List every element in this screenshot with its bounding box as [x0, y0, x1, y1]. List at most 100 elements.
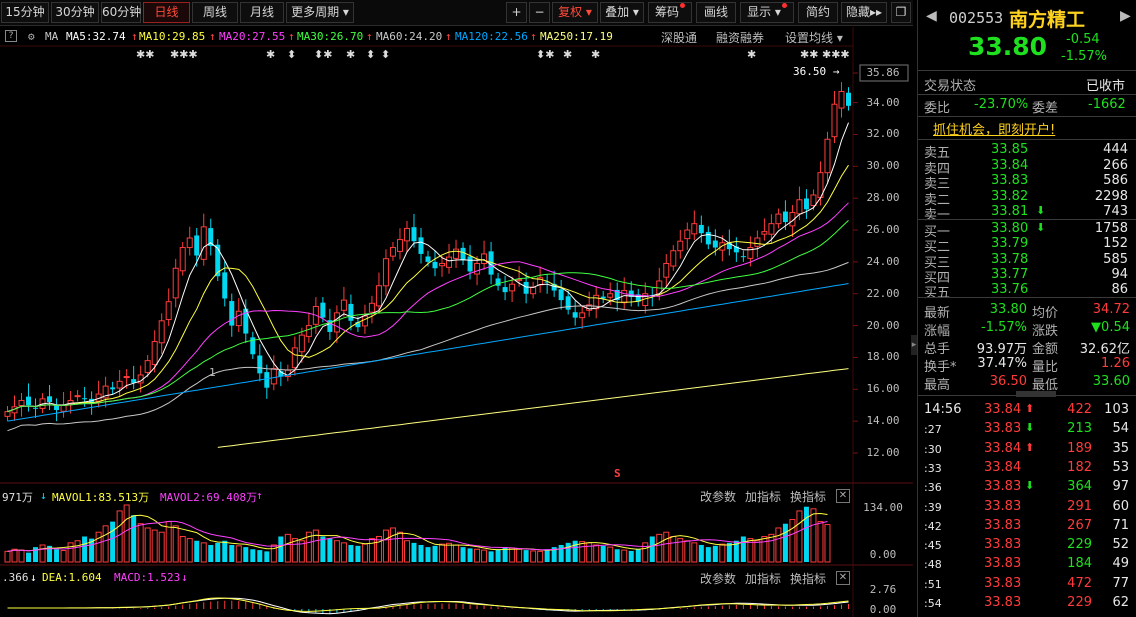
volume-switch-indicator-button[interactable]: 换指标 [790, 488, 826, 505]
volume-change-param-button[interactable]: 改参数 [700, 488, 736, 505]
volume-bars [4, 504, 831, 563]
ma250-line [217, 368, 849, 448]
volume-close-button[interactable]: ✕ [836, 489, 850, 503]
stats-row: 最高 36.50 最低 33.60 [918, 374, 1136, 393]
tick-time: :27 [924, 423, 942, 437]
candle-body [824, 138, 831, 174]
candle-body [361, 315, 368, 327]
volume-bar [593, 544, 600, 563]
volume-bar [208, 544, 214, 562]
arrow-down-icon: ↓ [181, 571, 188, 584]
volume-bar [579, 541, 586, 563]
volume-bar [523, 550, 529, 562]
bid-row: 买四 33.77 94 [918, 266, 1136, 286]
candle-body [60, 404, 67, 412]
volume-bar [116, 510, 123, 563]
volume-bar [460, 547, 466, 562]
trade-status-value: 已收市 [1086, 79, 1126, 94]
arrow-down-icon: ⬇ [1036, 204, 1046, 217]
volume-bar [158, 531, 165, 563]
tick-time: :30 [924, 442, 942, 456]
volume-bar [82, 536, 88, 562]
arrow-up-icon: ⬆ [1025, 440, 1035, 454]
volume-bar [453, 544, 460, 563]
kline-chart[interactable] [0, 0, 913, 617]
candle-body [698, 224, 704, 234]
price-ytick: 34.00 [866, 95, 900, 109]
volume-bar [544, 549, 550, 562]
volume-bar [368, 538, 375, 563]
bid-volume: 585 [1103, 251, 1128, 267]
stats-value: 33.80 [989, 302, 1027, 317]
candle-body [425, 256, 431, 262]
candle-body [229, 301, 235, 326]
stats-label: 换手* [924, 360, 957, 375]
volume-bar [481, 549, 488, 563]
bid-label: 买五 [924, 286, 951, 302]
tick-price: 33.83 [984, 479, 1022, 495]
candle-body [264, 372, 270, 388]
ask-volume: 266 [1103, 157, 1128, 173]
volume-add-indicator-button[interactable]: 加指标 [745, 488, 781, 505]
volume-bar [782, 523, 788, 562]
volume-bar [229, 544, 235, 562]
weibi-label: 委比 [924, 101, 951, 116]
tick-time: :45 [924, 539, 942, 553]
price-ytick: 35.86 [866, 66, 900, 79]
divider [918, 297, 1136, 298]
volume-bar [614, 549, 620, 562]
candle-body [222, 272, 228, 299]
macd-add-indicator-button[interactable]: 加指标 [745, 570, 781, 587]
tick-row: :36 33.83 ⬇ 364 97 [918, 479, 1136, 495]
volume-bar [137, 523, 144, 563]
candle-body [761, 231, 768, 235]
scroll-grip[interactable] [1016, 391, 1056, 397]
bid-price: 33.80 [991, 221, 1029, 236]
prev-stock-icon[interactable]: ◀ [926, 8, 937, 24]
tick-row: :45 33.83 229 52 [918, 537, 1136, 553]
tick-count: 77 [1112, 575, 1129, 591]
candle-body [775, 213, 782, 225]
volume-bar [803, 506, 809, 562]
tick-price: 33.83 [984, 575, 1022, 591]
candle-body [165, 301, 172, 321]
bid-price: 33.79 [991, 236, 1029, 252]
bid-price: 33.76 [991, 282, 1029, 298]
macd-close-button[interactable]: ✕ [836, 571, 850, 585]
divider [918, 116, 1136, 117]
macd-switch-indicator-button[interactable]: 换指标 [790, 570, 826, 587]
trade-status-label: 交易状态 [924, 79, 977, 94]
bid-row: 买一 33.80 1758 ⬇ [918, 221, 1136, 240]
tick-price: 33.83 [984, 537, 1022, 553]
quote-panel: ◀ 002553 南方精工 ▶ 33.80 -0.54 -1.57% 交易状态 … [917, 0, 1136, 617]
volume-bar [131, 515, 137, 562]
ask-price: 33.83 [991, 173, 1029, 188]
tick-row: :33 33.84 182 53 [918, 460, 1136, 476]
volume-bar [621, 549, 628, 563]
arrow-down-icon: ↓ [40, 489, 47, 502]
bid-volume: 94 [1111, 266, 1128, 282]
volume-bar [257, 550, 263, 562]
mavol1-value: MAVOL1:83.513万 [52, 491, 150, 504]
next-stock-icon[interactable]: ▶ [1120, 8, 1131, 24]
tick-row: :51 33.83 472 77 [918, 576, 1136, 592]
macd-ytick-max: 2.76 [869, 583, 897, 596]
open-account-link[interactable]: 抓住机会，即刻开户! [933, 119, 1055, 138]
candle-body [670, 250, 677, 267]
candle-body [432, 261, 438, 269]
tick-count: 103 [1104, 402, 1129, 417]
volume-bar [172, 525, 179, 563]
tick-volume: 229 [1067, 595, 1092, 610]
volume-bar [663, 531, 670, 563]
volume-bar [284, 533, 291, 563]
price-change-pct: -1.57% [1061, 49, 1107, 64]
candle-body [186, 237, 193, 249]
volume-bar [789, 518, 796, 563]
arrow-right-icon: → [832, 65, 840, 78]
tick-time: :39 [924, 500, 942, 514]
volume-bar [635, 549, 641, 562]
macd-change-param-button[interactable]: 改参数 [700, 570, 736, 587]
volume-bar [194, 540, 200, 562]
stats-label: 总手 [924, 342, 951, 357]
s-marker: S [614, 467, 621, 480]
